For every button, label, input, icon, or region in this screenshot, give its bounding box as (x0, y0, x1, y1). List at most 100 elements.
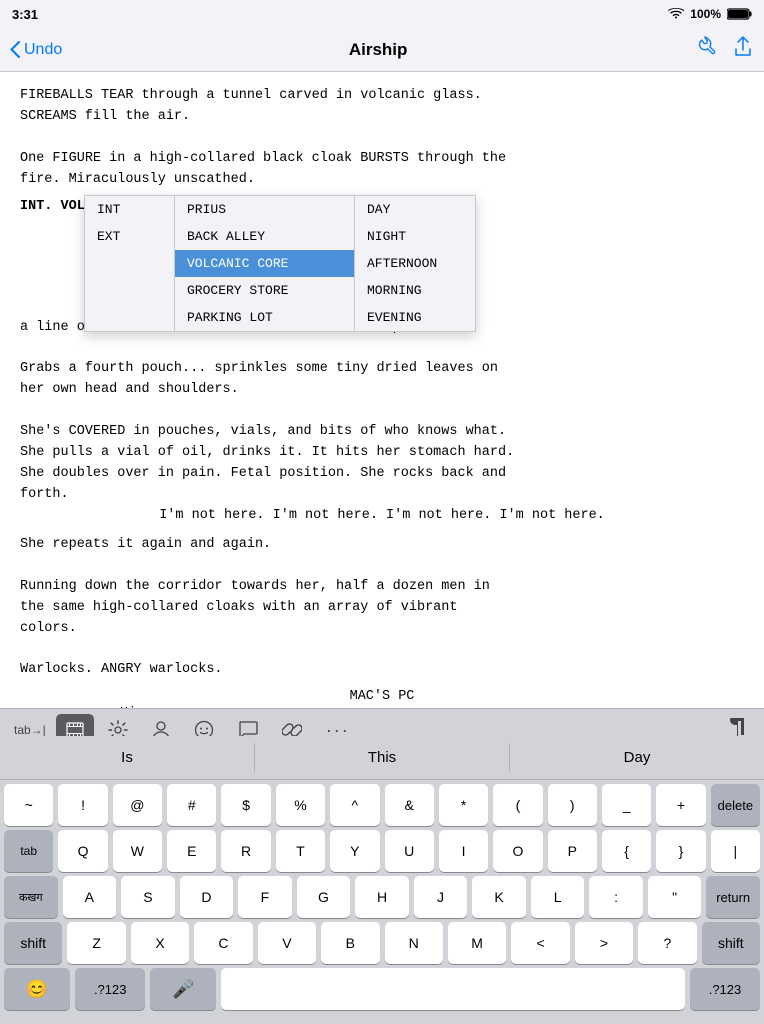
key-z[interactable]: Z (67, 922, 125, 964)
status-icons: 100% (668, 7, 752, 21)
key-k[interactable]: K (472, 876, 526, 918)
key-space[interactable] (221, 968, 685, 1010)
key-s[interactable]: S (121, 876, 175, 918)
page-title: Airship (349, 40, 408, 60)
key-gt[interactable]: > (575, 922, 633, 964)
ac-item-ext[interactable]: EXT (85, 223, 174, 250)
script-area: FIREBALLS TEAR through a tunnel carved i… (0, 72, 764, 716)
key-tilde[interactable]: ~ (4, 784, 53, 826)
key-u[interactable]: U (385, 830, 434, 872)
key-lparen[interactable]: ( (493, 784, 542, 826)
key-g[interactable]: G (297, 876, 351, 918)
script-line-1: FIREBALLS TEAR through a tunnel carved i… (20, 86, 744, 191)
key-v[interactable]: V (258, 922, 316, 964)
wrench-icon[interactable] (694, 36, 716, 64)
ac-item-back-alley[interactable]: BACK ALLEY (175, 223, 354, 250)
key-sym-right[interactable]: .?123 (690, 968, 760, 1010)
key-delete[interactable]: delete (711, 784, 760, 826)
ac-item-int[interactable]: INT (85, 196, 174, 223)
key-sym-left[interactable]: .?123 (75, 968, 145, 1010)
key-row-qwerty: tab Q W E R T Y U I O P { } | (0, 826, 764, 872)
autocomplete-col-intext: INT EXT (85, 196, 175, 331)
key-return[interactable]: return (706, 876, 760, 918)
key-emoji[interactable]: 😊 (4, 968, 70, 1010)
char-cue-1: MAC'S PC (20, 689, 744, 704)
ac-item-prius[interactable]: PRIUS (175, 196, 354, 223)
key-dollar[interactable]: $ (221, 784, 270, 826)
ac-item-parking-lot[interactable]: PARKING LOT (175, 304, 354, 331)
key-mic[interactable]: 🎤 (150, 968, 216, 1010)
key-pipe[interactable]: | (711, 830, 760, 872)
key-at[interactable]: @ (113, 784, 162, 826)
share-icon[interactable] (732, 36, 754, 64)
key-rparen[interactable]: ) (548, 784, 597, 826)
key-a[interactable]: A (63, 876, 117, 918)
script-one: One (20, 151, 44, 166)
key-colon[interactable]: : (589, 876, 643, 918)
key-hindi[interactable]: कखग (4, 876, 58, 918)
back-chevron-icon (10, 41, 20, 58)
key-plus[interactable]: + (656, 784, 705, 826)
ac-item-volcanic-core[interactable]: VOLCANIC CORE (175, 250, 354, 277)
ac-item-grocery-store[interactable]: GROCERY STORE (175, 277, 354, 304)
back-label: Undo (24, 41, 62, 59)
key-r[interactable]: R (221, 830, 270, 872)
key-lt[interactable]: < (511, 922, 569, 964)
ac-item-afternoon[interactable]: AFTERNOON (355, 250, 475, 277)
key-shift-left[interactable]: shift (4, 922, 62, 964)
wifi-icon (668, 8, 684, 20)
key-caret[interactable]: ^ (330, 784, 379, 826)
key-m[interactable]: M (448, 922, 506, 964)
key-ampersand[interactable]: & (385, 784, 434, 826)
predictive-word-2[interactable]: This (255, 743, 510, 772)
key-h[interactable]: H (355, 876, 409, 918)
key-c[interactable]: C (194, 922, 252, 964)
paragraph-icon (730, 718, 748, 738)
key-j[interactable]: J (414, 876, 468, 918)
key-asterisk[interactable]: * (439, 784, 488, 826)
key-row-bottom: 😊 .?123 🎤 .?123 (0, 964, 764, 1016)
ac-item-day[interactable]: DAY (355, 196, 475, 223)
key-tab[interactable]: tab (4, 830, 53, 872)
dialogue-1: I'm not here. I'm not here. I'm not here… (20, 506, 744, 527)
key-row-symbols: ~ ! @ # $ % ^ & * ( ) _ + delete (0, 780, 764, 826)
key-p[interactable]: P (548, 830, 597, 872)
time: 3:31 (12, 7, 38, 22)
key-l[interactable]: L (531, 876, 585, 918)
autocomplete-col-timeofday: DAY NIGHT AFTERNOON MORNING EVENING (355, 196, 475, 331)
predictive-word-3[interactable]: Day (510, 743, 764, 772)
script-action-trap: a line on the floor across the entrance.… (20, 318, 744, 506)
key-i[interactable]: I (439, 830, 488, 872)
key-d[interactable]: D (180, 876, 234, 918)
ac-item-night[interactable]: NIGHT (355, 223, 475, 250)
key-b[interactable]: B (321, 922, 379, 964)
key-f[interactable]: F (238, 876, 292, 918)
autocomplete-col-locations: PRIUS BACK ALLEY VOLCANIC CORE GROCERY S… (175, 196, 355, 331)
key-percent[interactable]: % (276, 784, 325, 826)
nav-bar: Undo Airship (0, 28, 764, 72)
key-n[interactable]: N (385, 922, 443, 964)
key-rbrace[interactable]: } (656, 830, 705, 872)
key-t[interactable]: T (276, 830, 325, 872)
key-underscore[interactable]: _ (602, 784, 651, 826)
ac-item-morning[interactable]: MORNING (355, 277, 475, 304)
key-exclaim[interactable]: ! (58, 784, 107, 826)
ac-item-evening[interactable]: EVENING (355, 304, 475, 331)
key-w[interactable]: W (113, 830, 162, 872)
key-e[interactable]: E (167, 830, 216, 872)
back-button[interactable]: Undo (10, 41, 62, 59)
key-y[interactable]: Y (330, 830, 379, 872)
key-shift-right[interactable]: shift (702, 922, 760, 964)
key-x[interactable]: X (131, 922, 189, 964)
key-lbrace[interactable]: { (602, 830, 651, 872)
key-question[interactable]: ? (638, 922, 696, 964)
predictive-word-1[interactable]: Is (0, 743, 255, 772)
key-q[interactable]: Q (58, 830, 107, 872)
status-bar: 3:31 100% (0, 0, 764, 28)
battery-level: 100% (690, 7, 721, 21)
key-hash[interactable]: # (167, 784, 216, 826)
key-row-zxcv: shift Z X C V B N M < > ? shift (0, 918, 764, 964)
predictive-bar: Is This Day (0, 736, 764, 780)
key-o[interactable]: O (493, 830, 542, 872)
key-quote[interactable]: " (648, 876, 702, 918)
